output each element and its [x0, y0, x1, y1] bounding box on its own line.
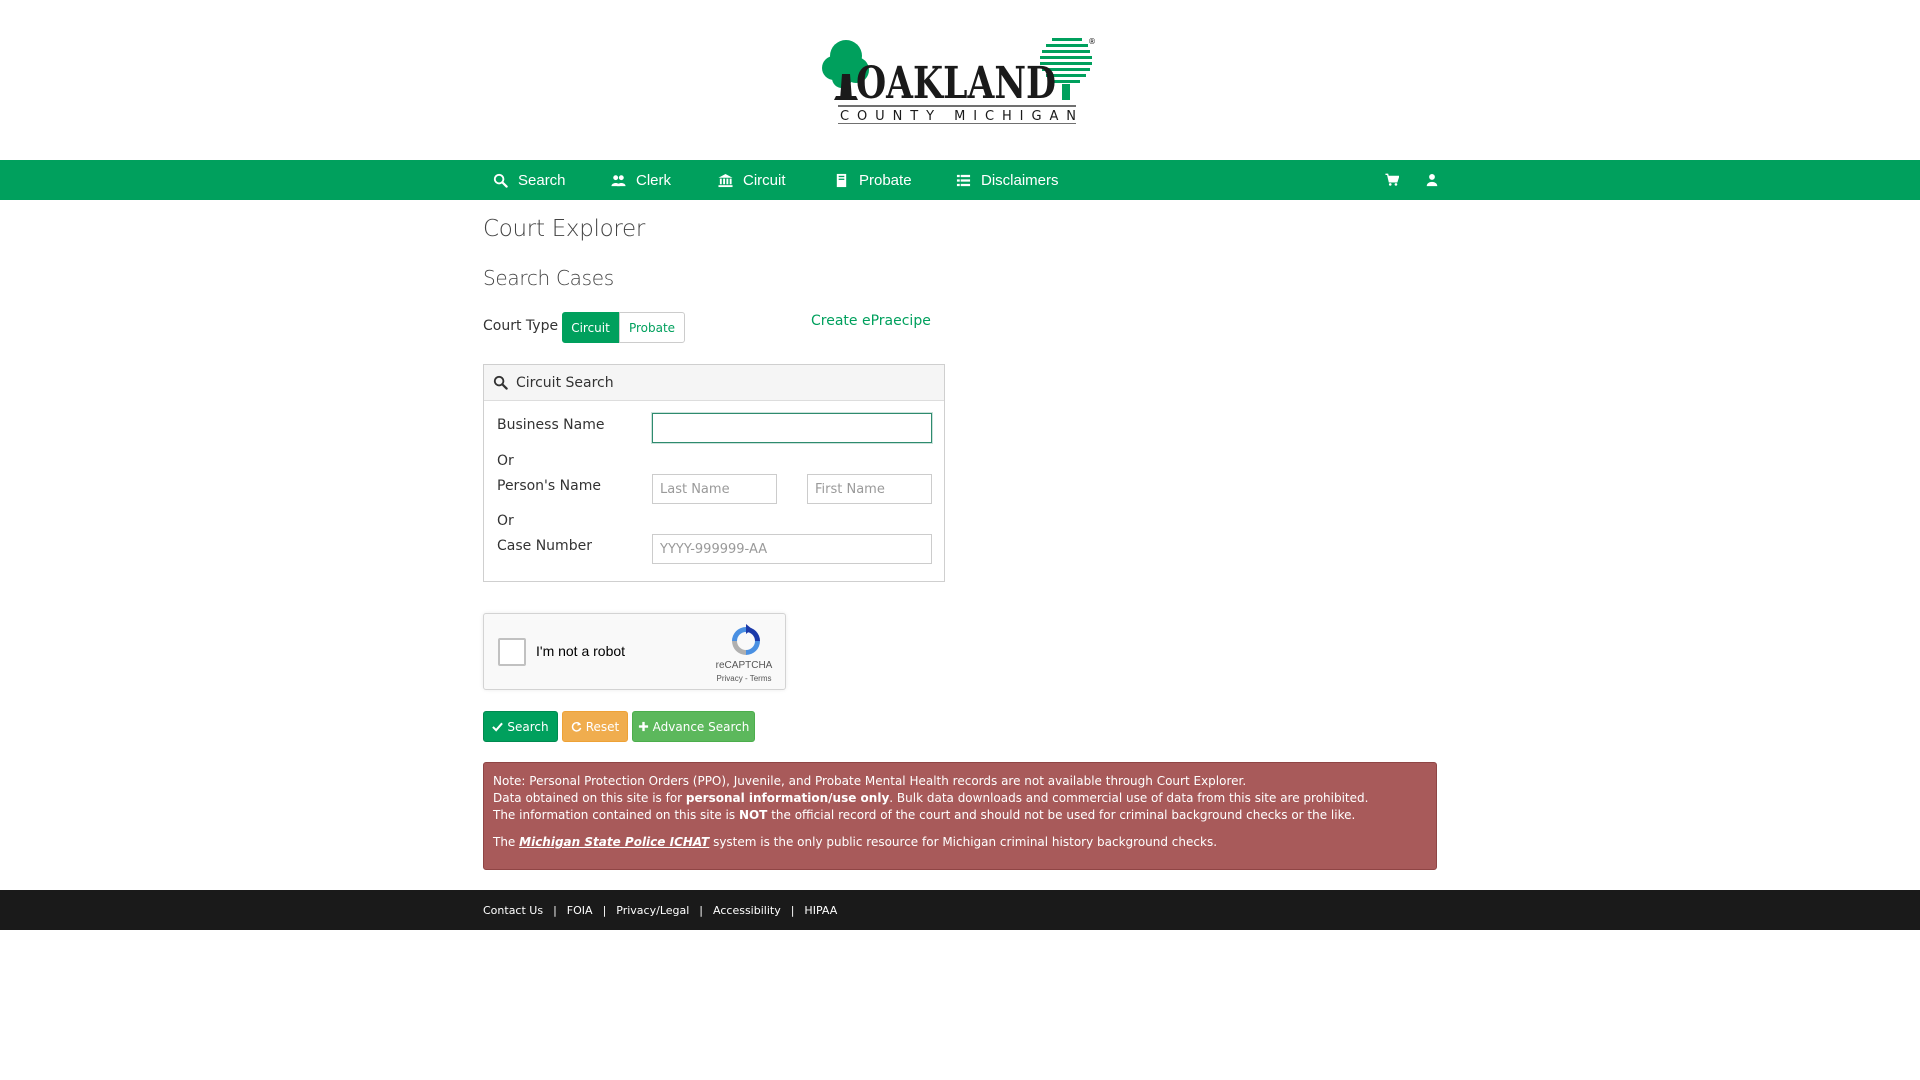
- recaptcha-privacy-terms-links[interactable]: Privacy - Terms: [702, 674, 786, 683]
- recaptcha-logo-icon: [732, 624, 760, 655]
- advance-search-button[interactable]: Advance Search: [632, 711, 755, 742]
- bank-icon: [718, 173, 733, 187]
- nav-clerk-label: Clerk: [636, 171, 672, 189]
- footer-links: Contact Us | FOIA | Privacy/Legal | Acce…: [483, 890, 837, 930]
- nav-circuit[interactable]: Circuit: [718, 160, 786, 200]
- nav-clerk[interactable]: Clerk: [611, 160, 671, 200]
- nav-disclaimers[interactable]: Disclaimers: [956, 160, 1059, 200]
- check-icon: [492, 722, 504, 732]
- list-icon: [956, 174, 971, 186]
- business-name-input[interactable]: [652, 413, 932, 443]
- search-icon: [493, 173, 508, 188]
- nav-circuit-label: Circuit: [743, 171, 786, 189]
- reset-button-label: Reset: [585, 719, 620, 734]
- page-title: Court Explorer: [483, 216, 646, 242]
- footer-hipaa-link[interactable]: HIPAA: [804, 904, 837, 917]
- or-separator-1: Or: [497, 453, 514, 469]
- book-icon: [836, 173, 847, 187]
- first-name-input[interactable]: [807, 474, 932, 504]
- persons-name-label: Person's Name: [497, 478, 601, 494]
- logo-subtitle: COUNTY MICHIGAN: [840, 109, 1076, 124]
- nav-probate[interactable]: Probate: [834, 160, 912, 200]
- cart-icon: [1385, 173, 1400, 186]
- court-type-probate-button[interactable]: Probate: [619, 312, 685, 343]
- nav-search-label: Search: [518, 171, 566, 189]
- court-type-circuit-button[interactable]: Circuit: [562, 312, 619, 343]
- notice-line-1: Note: Personal Protection Orders (PPO), …: [493, 774, 1247, 788]
- advance-search-button-label: Advance Search: [652, 719, 750, 734]
- search-icon: [493, 375, 508, 390]
- reset-button[interactable]: Reset: [562, 711, 628, 742]
- nav-search[interactable]: Search: [493, 160, 566, 200]
- michigan-state-police-ichat-link[interactable]: Michigan State Police ICHAT: [519, 835, 709, 849]
- main-nav: Search Clerk Circuit Probate Disclaimers: [0, 160, 1920, 200]
- user-account-button[interactable]: [1425, 172, 1441, 188]
- recaptcha-checkbox[interactable]: [498, 638, 526, 666]
- or-separator-2: Or: [497, 513, 514, 529]
- recaptcha-widget: I'm not a robot reCAPTCHA Privacy - Term…: [483, 613, 786, 690]
- footer-separator: |: [790, 903, 795, 917]
- create-epraecipe-link[interactable]: Create ePraecipe: [811, 313, 931, 329]
- footer-foia-link[interactable]: FOIA: [567, 904, 593, 917]
- notice-line-3: The information contained on this site i…: [493, 808, 1356, 822]
- case-number-input[interactable]: [652, 534, 932, 564]
- circuit-search-panel: Circuit Search Business Name Or Person's…: [483, 364, 945, 582]
- site-header: OAKLAND ® COUNTY MICHIGAN: [0, 0, 1920, 160]
- search-button-label: Search: [507, 719, 549, 734]
- nav-probate-label: Probate: [859, 171, 912, 189]
- footer-accessibility-link[interactable]: Accessibility: [713, 904, 781, 917]
- users-icon: [611, 174, 626, 186]
- logo-registered-mark: ®: [1088, 37, 1096, 46]
- footer-privacy-legal-link[interactable]: Privacy/Legal: [616, 904, 689, 917]
- search-button[interactable]: Search: [483, 711, 558, 742]
- panel-heading: Circuit Search: [484, 365, 944, 401]
- case-number-label: Case Number: [497, 538, 592, 554]
- logo-wordmark: OAKLAND: [856, 58, 1056, 109]
- refresh-icon: [571, 721, 582, 732]
- nav-disclaimers-label: Disclaimers: [981, 171, 1059, 189]
- notice-line-4: The Michigan State Police ICHAT system i…: [493, 835, 1218, 849]
- court-type-label: Court Type: [483, 318, 559, 334]
- user-icon: [1426, 174, 1438, 187]
- panel-heading-label: Circuit Search: [516, 374, 614, 391]
- footer-contact-us-link[interactable]: Contact Us: [483, 904, 543, 917]
- cart-button[interactable]: [1385, 172, 1401, 188]
- footer-separator: |: [553, 903, 557, 917]
- recaptcha-label: I'm not a robot: [536, 643, 626, 659]
- oakland-county-logo[interactable]: OAKLAND ® COUNTY MICHIGAN: [820, 34, 1100, 124]
- footer-separator: |: [602, 903, 607, 917]
- recaptcha-brand: reCAPTCHA: [715, 660, 773, 671]
- disclaimer-notice: Note: Personal Protection Orders (PPO), …: [483, 762, 1437, 870]
- footer-separator: |: [699, 903, 704, 917]
- last-name-input[interactable]: [652, 474, 777, 504]
- business-name-label: Business Name: [497, 417, 605, 433]
- notice-line-2: Data obtained on this site is for person…: [493, 791, 1369, 805]
- site-footer: Contact Us | FOIA | Privacy/Legal | Acce…: [0, 890, 1920, 930]
- plus-icon: [638, 721, 648, 732]
- section-title: Search Cases: [483, 266, 614, 290]
